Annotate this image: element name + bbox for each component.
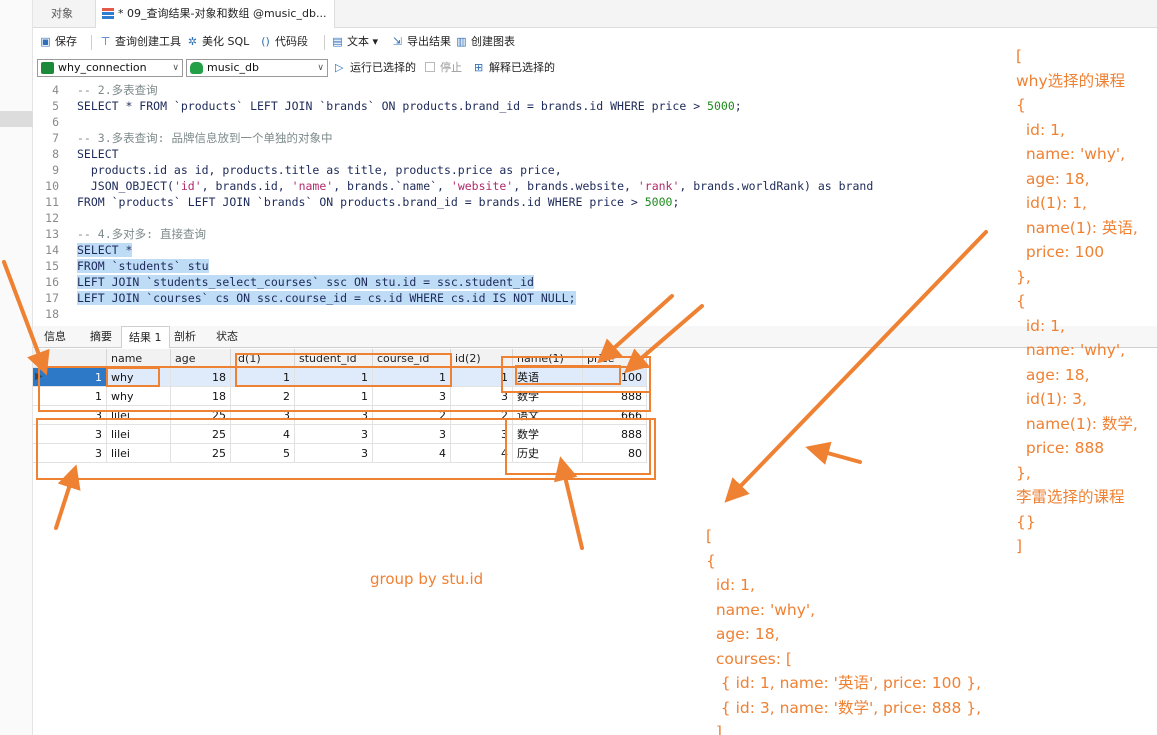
arrow-left-bottom bbox=[54, 464, 81, 530]
arrow-left-top bbox=[2, 260, 50, 376]
annotation-grouped-result: [ { id: 1, name: 'why', age: 18, courses… bbox=[706, 527, 982, 735]
arrow-to-result-json bbox=[724, 230, 988, 503]
arrow-to-grid bbox=[805, 441, 862, 465]
annotation-arrows bbox=[2, 230, 988, 550]
arrow-to-course-name bbox=[597, 294, 674, 364]
arrow-to-lilei-courses bbox=[554, 456, 584, 550]
annotation-flat-rows: [ why选择的课程 { id: 1, name: 'why', age: 18… bbox=[1016, 47, 1138, 555]
annotation-group-by: group by stu.id bbox=[370, 570, 484, 588]
arrow-to-price bbox=[623, 304, 704, 374]
